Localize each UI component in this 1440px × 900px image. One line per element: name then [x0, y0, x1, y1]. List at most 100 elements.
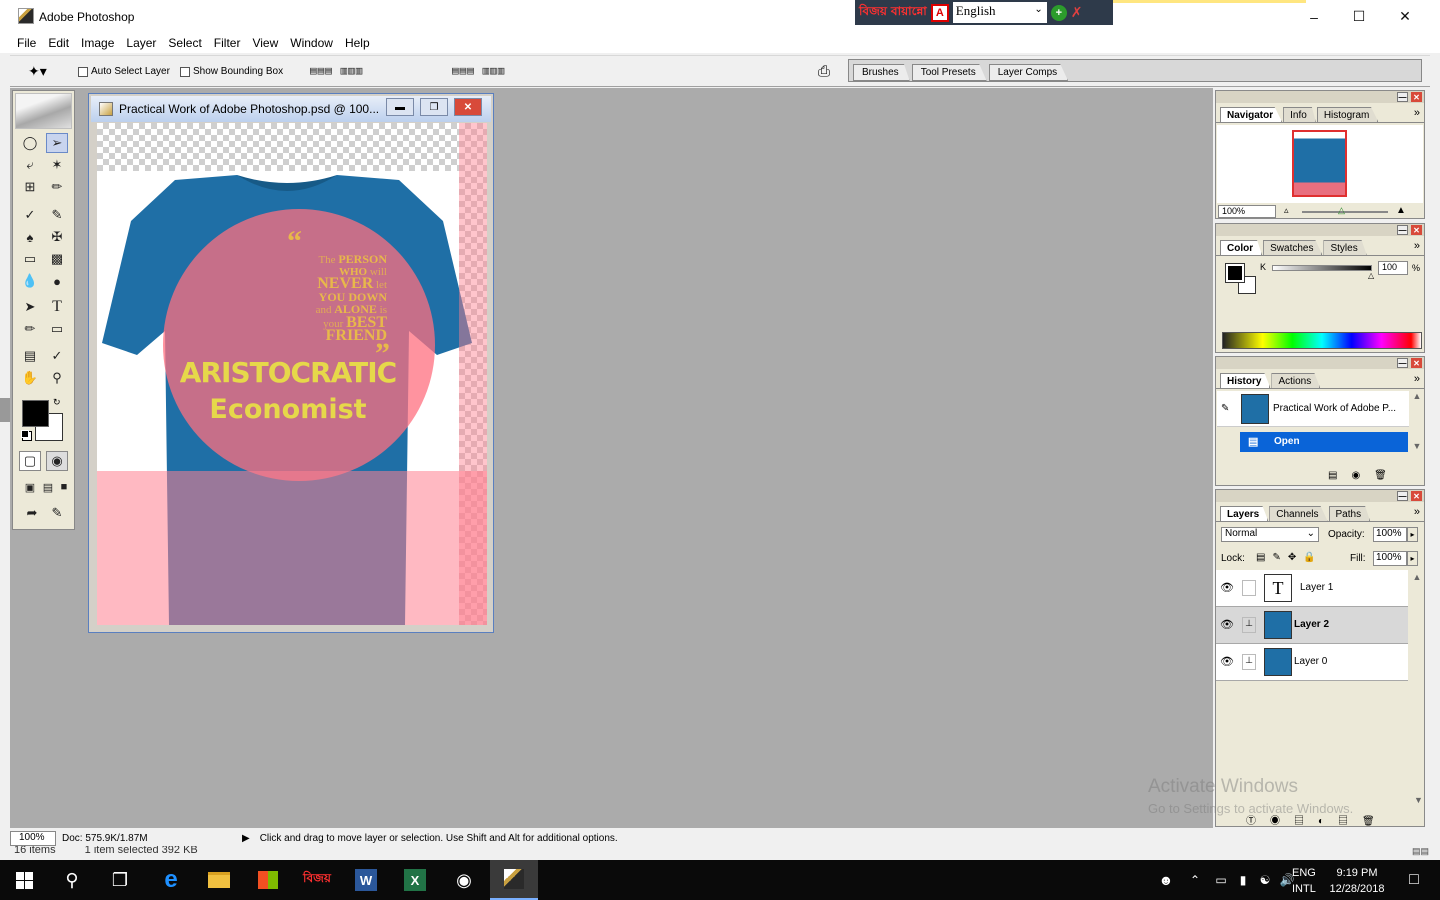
- history-brush-source-icon[interactable]: ✎: [1221, 403, 1229, 414]
- doc-minimize-icon[interactable]: ▬: [386, 98, 414, 116]
- explorer-view-icons[interactable]: ▤▤: [1412, 846, 1429, 857]
- default-colors-icon[interactable]: [21, 430, 29, 438]
- navigator-thumbnail[interactable]: [1292, 130, 1347, 197]
- shape-tool-icon[interactable]: ▭: [46, 319, 68, 339]
- brush-tool-icon[interactable]: ✎: [46, 205, 68, 225]
- menu-file[interactable]: File: [11, 33, 42, 53]
- history-step-open[interactable]: ▤ Open: [1240, 432, 1408, 452]
- edit-in-imageready-icon[interactable]: ✎: [46, 503, 68, 523]
- ime-add-icon[interactable]: +: [1050, 4, 1067, 21]
- hand-tool-icon[interactable]: ✋: [19, 368, 41, 388]
- panel-close-icon[interactable]: ✕: [1411, 491, 1422, 501]
- clone-stamp-icon[interactable]: ♠: [19, 227, 41, 247]
- bijoy-icon[interactable]: বিজয়: [293, 860, 341, 900]
- tray-chevron-icon[interactable]: ⌃: [1180, 860, 1210, 900]
- well-tab-tool-presets[interactable]: Tool Presets: [911, 64, 987, 81]
- store-icon[interactable]: [244, 860, 292, 900]
- pen-tool-icon[interactable]: ✏: [19, 319, 41, 339]
- bijoy-logo-icon[interactable]: বিজয়: [859, 3, 887, 23]
- slice-tool-icon[interactable]: ✏: [46, 177, 68, 197]
- panel-menu-icon[interactable]: »: [1414, 240, 1420, 252]
- history-brush-icon[interactable]: ✠: [46, 227, 68, 247]
- well-tab-layer-comps[interactable]: Layer Comps: [988, 64, 1069, 81]
- navigator-zoom-field[interactable]: 100%: [1218, 205, 1276, 218]
- start-windows-icon[interactable]: [0, 860, 48, 900]
- search-icon[interactable]: ⚲: [48, 860, 96, 900]
- path-selection-icon[interactable]: ➤: [19, 297, 41, 317]
- screen-mode-full-icon[interactable]: ■: [53, 477, 75, 497]
- lock-icons[interactable]: ▤✎✥🔒: [1256, 552, 1323, 563]
- tab-histogram[interactable]: Histogram: [1316, 107, 1379, 122]
- tab-color[interactable]: Color: [1220, 240, 1263, 255]
- camera-icon[interactable]: ◉: [440, 860, 488, 900]
- blend-mode-select[interactable]: Normal ⌄: [1221, 527, 1319, 542]
- gradient-tool-icon[interactable]: ▩: [46, 249, 68, 269]
- menu-help[interactable]: Help: [339, 33, 376, 53]
- edge-icon[interactable]: e: [147, 860, 195, 900]
- notes-tool-icon[interactable]: ▤: [19, 346, 41, 366]
- visibility-eye-icon[interactable]: 👁: [1220, 581, 1234, 594]
- bounding-box-checkbox[interactable]: Show Bounding Box: [180, 66, 283, 77]
- layers-scroll-down-icon[interactable]: ▼: [1414, 795, 1423, 805]
- layer-row[interactable]: 👁 ⊥ Layer 0: [1216, 644, 1408, 681]
- zoom-slider-thumb-icon[interactable]: △: [1338, 205, 1345, 216]
- ime-tools-icon[interactable]: ✗: [1071, 4, 1083, 21]
- panel-minimize-icon[interactable]: —: [1397, 225, 1408, 235]
- clock[interactable]: 9:19 PM 12/28/2018: [1326, 865, 1388, 897]
- panel-minimize-icon[interactable]: —: [1397, 491, 1408, 501]
- blur-tool-icon[interactable]: 💧: [19, 271, 41, 291]
- tab-styles[interactable]: Styles: [1323, 240, 1367, 255]
- status-zoom-field[interactable]: 100%: [10, 830, 56, 846]
- excel-icon[interactable]: X: [391, 860, 439, 900]
- layer-row[interactable]: 👁 ⊥ Layer 2: [1216, 607, 1408, 644]
- opacity-field[interactable]: 100%: [1373, 527, 1407, 542]
- color-fg-swatch[interactable]: [1225, 263, 1245, 283]
- tab-navigator[interactable]: Navigator: [1220, 107, 1283, 122]
- layer-link-slot[interactable]: [1242, 580, 1256, 596]
- menu-view[interactable]: View: [246, 33, 284, 53]
- word-icon[interactable]: W: [342, 860, 390, 900]
- opacity-arrow-icon[interactable]: ▸: [1407, 527, 1418, 542]
- k-slider-thumb-icon[interactable]: △: [1368, 271, 1374, 280]
- panel-menu-icon[interactable]: »: [1414, 107, 1420, 119]
- distribute-buttons-icon[interactable]: ▤▤▤ ▥▥▥: [452, 64, 505, 77]
- zoom-slider[interactable]: [1302, 211, 1388, 213]
- k-channel-slider[interactable]: [1272, 265, 1372, 271]
- quick-mask-icon[interactable]: ◉: [46, 451, 68, 471]
- file-browser-icon[interactable]: ⎙: [818, 63, 830, 80]
- tab-info[interactable]: Info: [1283, 107, 1316, 122]
- panel-minimize-icon[interactable]: —: [1397, 358, 1408, 368]
- feather-logo-icon[interactable]: [15, 93, 72, 129]
- tab-swatches[interactable]: Swatches: [1263, 240, 1323, 255]
- panel-close-icon[interactable]: ✕: [1411, 92, 1422, 102]
- fill-arrow-icon[interactable]: ▸: [1407, 551, 1418, 566]
- well-tab-brushes[interactable]: Brushes: [853, 64, 910, 81]
- history-footer-icons[interactable]: ▤◉🗑: [1328, 470, 1401, 481]
- zoom-out-icon[interactable]: ▵: [1284, 205, 1289, 216]
- ime-language-select[interactable]: English ⌄: [952, 2, 1047, 23]
- move-tool-icon[interactable]: ➢: [46, 133, 68, 153]
- menu-filter[interactable]: Filter: [208, 33, 247, 53]
- zoom-tool-icon[interactable]: ⚲: [46, 368, 68, 388]
- panel-close-icon[interactable]: ✕: [1411, 358, 1422, 368]
- notifications-icon[interactable]: □: [1390, 860, 1438, 900]
- menu-image[interactable]: Image: [75, 33, 120, 53]
- healing-brush-icon[interactable]: ✓: [19, 205, 41, 225]
- history-snapshot-row[interactable]: ✎ Practical Work of Adobe P...: [1217, 391, 1409, 427]
- layer-chain-icon[interactable]: ⊥: [1242, 654, 1256, 670]
- tab-layers[interactable]: Layers: [1220, 506, 1269, 521]
- tab-history[interactable]: History: [1220, 373, 1271, 388]
- status-arrow-icon[interactable]: ▶: [242, 833, 250, 844]
- doc-close-icon[interactable]: ✕: [454, 98, 482, 116]
- fill-field[interactable]: 100%: [1373, 551, 1407, 566]
- visibility-eye-icon[interactable]: 👁: [1220, 655, 1234, 668]
- panel-menu-icon[interactable]: »: [1414, 506, 1420, 518]
- close-icon[interactable]: ✕: [1382, 0, 1428, 33]
- photoshop-taskbar-icon[interactable]: [490, 860, 538, 900]
- history-scrollbar[interactable]: ▲ ▼: [1410, 391, 1424, 469]
- menu-layer[interactable]: Layer: [120, 33, 162, 53]
- magic-wand-icon[interactable]: ✶: [46, 155, 68, 175]
- crop-tool-icon[interactable]: ⊞: [19, 177, 41, 197]
- k-channel-value[interactable]: 100: [1378, 261, 1408, 275]
- tab-paths[interactable]: Paths: [1328, 506, 1371, 521]
